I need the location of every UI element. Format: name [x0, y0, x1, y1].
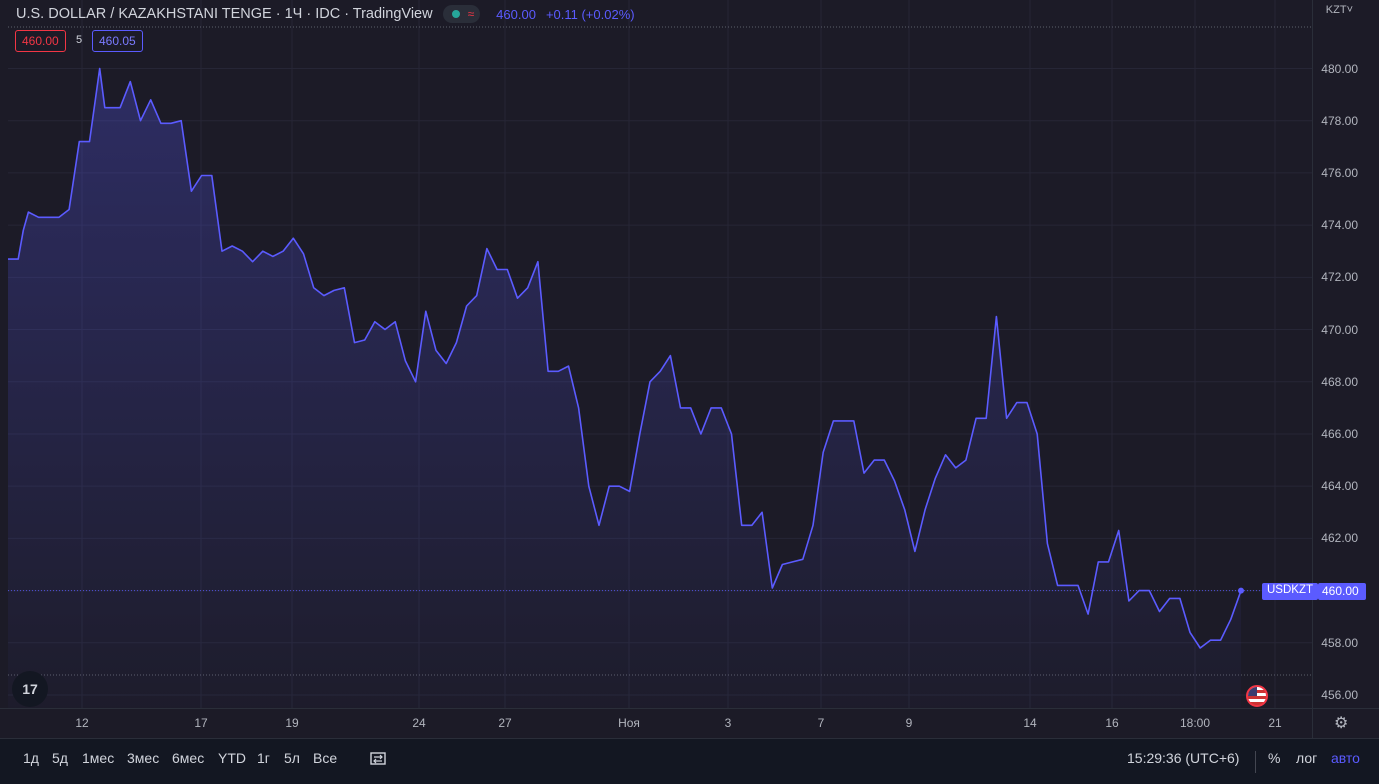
price-tick-label: 470.00 — [1321, 322, 1358, 337]
currency-selector[interactable]: KZT˅ — [1326, 4, 1353, 16]
wave-icon: ≈ — [467, 7, 475, 21]
toolbar-divider — [1255, 751, 1256, 773]
chart-legend: U.S. DOLLAR / KAZAKHSTANI TENGE · 1Ч · I… — [16, 5, 635, 23]
time-tick-label: 14 — [1023, 716, 1037, 730]
price-tick-label: 478.00 — [1321, 113, 1358, 128]
time-tick-label: 7 — [817, 716, 825, 730]
price-tick-label: 462.00 — [1321, 531, 1358, 546]
price-tick-label: 476.00 — [1321, 165, 1358, 180]
time-tick-label: 24 — [412, 716, 426, 730]
price-chart[interactable] — [0, 0, 1379, 738]
series-area-fill — [8, 68, 1241, 708]
price-tick-label: 464.00 — [1321, 479, 1358, 494]
percent-toggle[interactable]: % — [1268, 750, 1280, 766]
range-5y-button[interactable]: 5л — [284, 750, 300, 766]
range-6m-button[interactable]: 6мес — [172, 750, 204, 766]
time-tick-label: 12 — [75, 716, 89, 730]
price-tick-label: 458.00 — [1321, 635, 1358, 650]
price-tick-label: 468.00 — [1321, 374, 1358, 389]
last-point-marker — [1238, 587, 1244, 594]
price-tick-label: 480.00 — [1321, 61, 1358, 76]
last-price: 460.00 — [496, 6, 536, 22]
time-tick-label: 3 — [724, 716, 732, 730]
range-1m-button[interactable]: 1мес — [82, 750, 114, 766]
range-1y-button[interactable]: 1г — [257, 750, 270, 766]
price-tick-label: 466.00 — [1321, 426, 1358, 441]
sell-price-button[interactable]: 460.00 — [15, 30, 66, 52]
current-price-label: 460.00 — [1318, 583, 1366, 600]
time-tick-label: 18:00 — [1179, 716, 1211, 730]
market-status-icon — [448, 7, 463, 21]
range-3m-button[interactable]: 3мес — [127, 750, 159, 766]
price-tick-label: 456.00 — [1321, 688, 1358, 702]
clock-readout[interactable]: 15:29:36 (UTC+6) — [1127, 750, 1239, 766]
symbol-price-label: USDKZT — [1262, 583, 1318, 600]
time-tick-label: 19 — [285, 716, 299, 730]
range-1d-button[interactable]: 1д — [23, 750, 39, 766]
range-all-button[interactable]: Все — [313, 750, 337, 766]
date-range-icon[interactable] — [368, 748, 388, 768]
time-tick-label: 9 — [905, 716, 913, 730]
auto-scale-toggle[interactable]: авто — [1331, 750, 1360, 766]
us-flag-icon[interactable] — [1246, 685, 1268, 707]
time-tick-label: 17 — [194, 716, 208, 730]
spread-value: 5 — [76, 34, 83, 46]
chart-area[interactable]: U.S. DOLLAR / KAZAKHSTANI TENGE · 1Ч · I… — [0, 0, 1379, 738]
time-tick-label: Ноя — [618, 716, 640, 730]
range-5d-button[interactable]: 5д — [52, 750, 68, 766]
range-ytd-button[interactable]: YTD — [218, 750, 246, 766]
symbol-title[interactable]: U.S. DOLLAR / KAZAKHSTANI TENGE · 1Ч · I… — [16, 6, 433, 22]
bottom-toolbar: 1д 5д 1мес 3мес 6мес YTD 1г 5л Все 15:29… — [0, 738, 1379, 784]
time-tick-label: 21 — [1268, 716, 1282, 730]
log-toggle[interactable]: лог — [1296, 750, 1317, 766]
buy-price-button[interactable]: 460.05 — [92, 30, 143, 52]
gear-icon[interactable]: ⚙ — [1334, 713, 1348, 733]
time-tick-label: 16 — [1105, 716, 1119, 730]
status-pill[interactable]: ≈ — [442, 5, 481, 23]
tradingview-logo[interactable]: 17 — [12, 671, 48, 707]
price-tick-label: 474.00 — [1321, 218, 1358, 233]
time-tick-label: 27 — [498, 716, 512, 730]
price-tick-label: 472.00 — [1321, 270, 1358, 285]
price-change: +0.11 (+0.02%) — [545, 6, 635, 22]
